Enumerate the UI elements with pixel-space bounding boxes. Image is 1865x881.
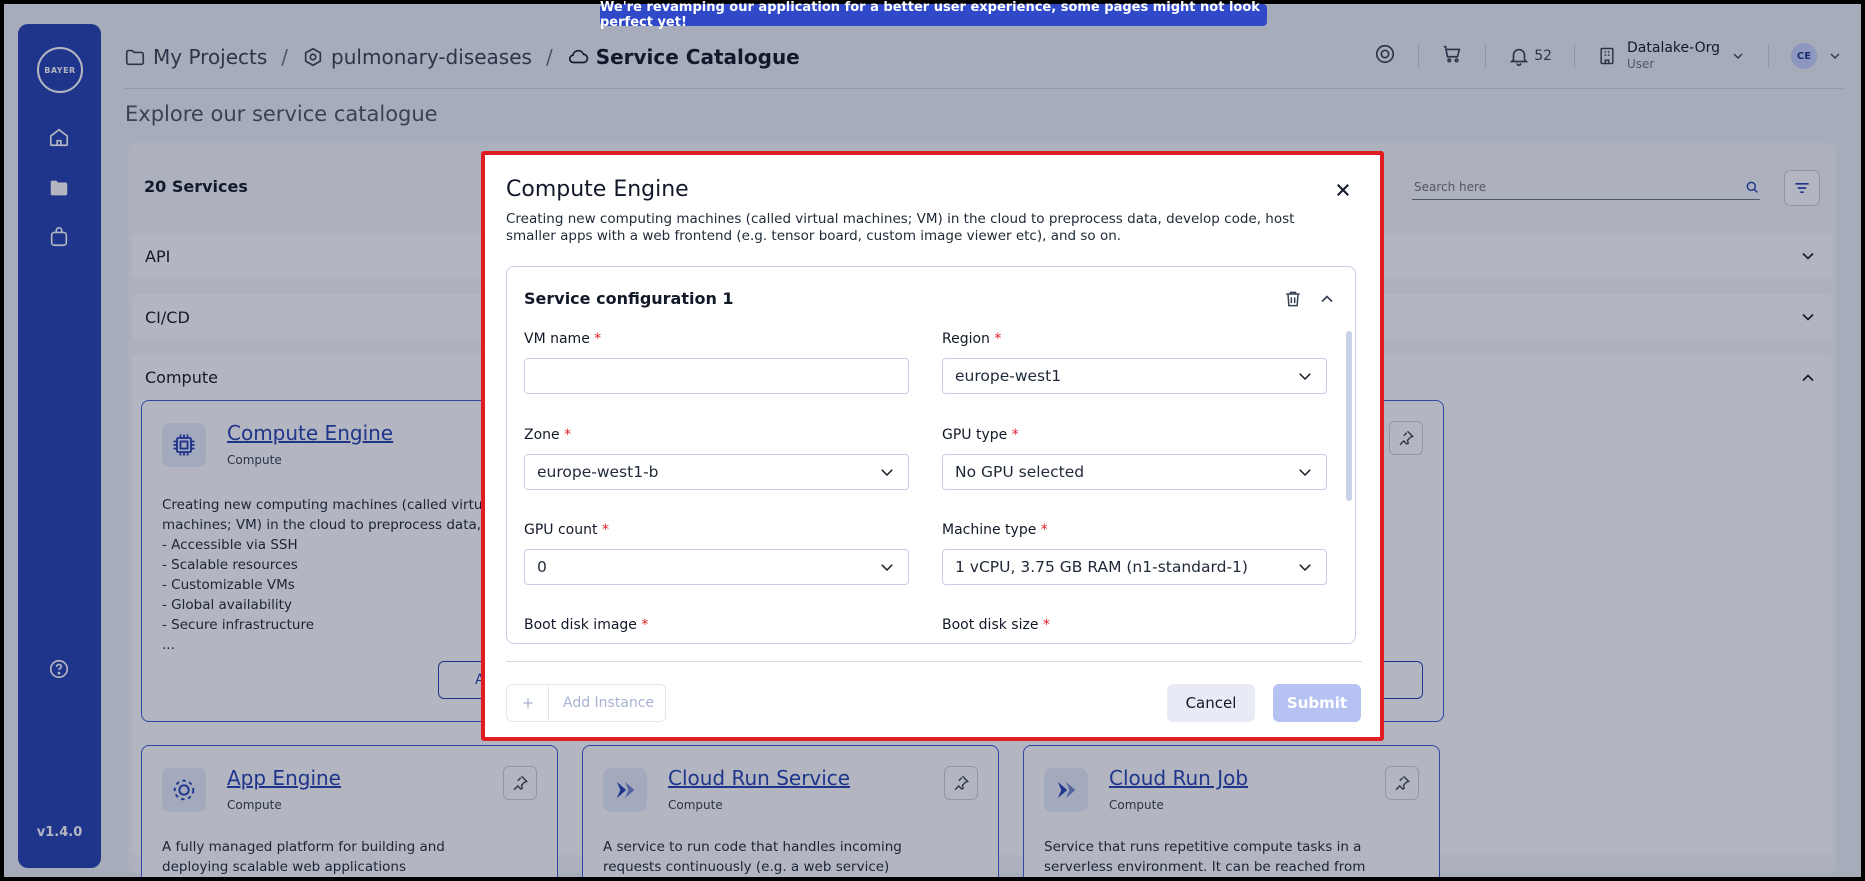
cancel-button[interactable]: Cancel bbox=[1167, 684, 1255, 722]
zone-select[interactable]: europe-west1-b bbox=[524, 454, 909, 490]
chevron-down-icon bbox=[1299, 373, 1311, 381]
gpu-count-label: GPU count * bbox=[524, 522, 609, 538]
label-text: GPU count bbox=[524, 522, 598, 538]
label-text: Boot disk size bbox=[942, 617, 1039, 633]
plus-icon bbox=[507, 685, 549, 721]
region-select[interactable]: europe-west1 bbox=[942, 358, 1327, 394]
add-instance-label: Add Instance bbox=[563, 695, 655, 711]
chevron-down-icon bbox=[881, 469, 893, 477]
boot-disk-image-label: Boot disk image * bbox=[524, 617, 648, 633]
required-marker: * bbox=[564, 427, 572, 443]
region-label: Region * bbox=[942, 331, 1001, 347]
gpu-count-select[interactable]: 0 bbox=[524, 549, 909, 585]
label-text: VM name bbox=[524, 331, 590, 347]
config-title: Service configuration 1 bbox=[524, 289, 734, 308]
chevron-down-icon bbox=[1299, 469, 1311, 477]
required-marker: * bbox=[641, 617, 649, 633]
boot-disk-size-label: Boot disk size * bbox=[942, 617, 1050, 633]
label-text: Boot disk image bbox=[524, 617, 637, 633]
label-text: Machine type bbox=[942, 522, 1037, 538]
add-instance-button[interactable]: Add Instance bbox=[506, 684, 666, 722]
select-value: 1 vCPU, 3.75 GB RAM (n1-standard-1) bbox=[955, 558, 1248, 576]
label-text: Region bbox=[942, 331, 990, 347]
required-marker: * bbox=[1011, 427, 1019, 443]
modal-title: Compute Engine bbox=[506, 177, 689, 202]
machine-type-label: Machine type * bbox=[942, 522, 1048, 538]
required-marker: * bbox=[1042, 617, 1050, 633]
required-marker: * bbox=[1040, 522, 1048, 538]
required-marker: * bbox=[594, 331, 602, 347]
trash-icon bbox=[1286, 291, 1300, 307]
collapse-config-button[interactable] bbox=[1317, 289, 1337, 309]
modal-footer-divider bbox=[506, 661, 1362, 662]
select-value: 0 bbox=[537, 558, 547, 576]
select-value: No GPU selected bbox=[955, 463, 1085, 481]
required-marker: * bbox=[601, 522, 609, 538]
gpu-type-label: GPU type * bbox=[942, 427, 1019, 443]
chevron-down-icon bbox=[881, 564, 893, 572]
close-icon bbox=[1337, 184, 1349, 196]
delete-config-button[interactable] bbox=[1283, 289, 1303, 309]
submit-button[interactable]: Submit bbox=[1273, 684, 1361, 722]
vm-name-field bbox=[524, 358, 909, 394]
zone-label: Zone * bbox=[524, 427, 571, 443]
chevron-down-icon bbox=[1299, 564, 1311, 572]
close-button[interactable] bbox=[1332, 179, 1354, 201]
select-value: europe-west1-b bbox=[537, 463, 659, 481]
compute-engine-modal: Compute Engine Creating new computing ma… bbox=[481, 151, 1384, 741]
config-scrollbar[interactable] bbox=[1346, 331, 1352, 501]
gpu-type-select[interactable]: No GPU selected bbox=[942, 454, 1327, 490]
required-marker: * bbox=[994, 331, 1002, 347]
vm-name-label: VM name * bbox=[524, 331, 601, 347]
announcement-banner: We're revamping our application for a be… bbox=[600, 0, 1267, 30]
machine-type-select[interactable]: 1 vCPU, 3.75 GB RAM (n1-standard-1) bbox=[942, 549, 1327, 585]
chevron-up-icon bbox=[1321, 295, 1333, 303]
label-text: GPU type bbox=[942, 427, 1008, 443]
service-configuration: Service configuration 1 VM name * Region… bbox=[506, 266, 1356, 644]
label-text: Zone bbox=[524, 427, 560, 443]
select-value: europe-west1 bbox=[955, 367, 1062, 385]
vm-name-input[interactable] bbox=[537, 367, 896, 385]
modal-description: Creating new computing machines (called … bbox=[506, 211, 1295, 244]
